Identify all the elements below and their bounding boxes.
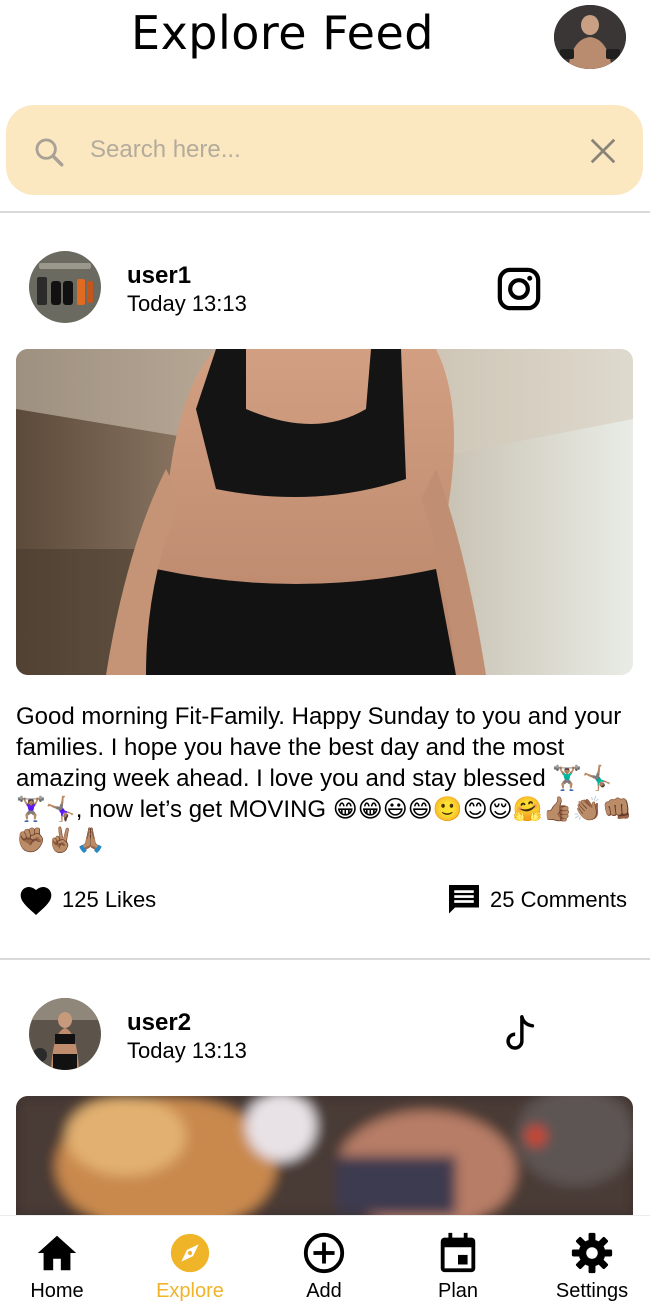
profile-avatar[interactable] bbox=[554, 5, 626, 69]
divider bbox=[0, 958, 650, 960]
nav-label: Add bbox=[306, 1280, 342, 1302]
avatar[interactable] bbox=[29, 998, 101, 1070]
nav-plan[interactable]: Plan bbox=[393, 1216, 523, 1308]
comments-count[interactable]: 25 Comments bbox=[490, 887, 627, 913]
avatar-photo bbox=[29, 251, 101, 323]
post-username[interactable]: user2 bbox=[127, 1009, 191, 1037]
avatar-photo bbox=[29, 998, 101, 1070]
nav-settings[interactable]: Settings bbox=[527, 1216, 650, 1308]
comment-icon[interactable] bbox=[446, 882, 482, 918]
post-username[interactable]: user1 bbox=[127, 262, 191, 290]
nav-home[interactable]: Home bbox=[0, 1216, 122, 1308]
nav-label: Explore bbox=[156, 1280, 224, 1302]
bottom-nav: Home Explore Add Plan Settings bbox=[0, 1215, 650, 1308]
tiktok-icon[interactable] bbox=[496, 1012, 542, 1058]
nav-label: Settings bbox=[555, 1280, 629, 1302]
post-timestamp: Today 13:13 bbox=[127, 1038, 247, 1063]
instagram-icon[interactable] bbox=[496, 266, 542, 312]
home-icon bbox=[37, 1235, 77, 1271]
likes-count[interactable]: 125 Likes bbox=[62, 887, 156, 913]
calendar-icon bbox=[440, 1232, 476, 1273]
close-icon[interactable] bbox=[588, 136, 618, 166]
post-photo bbox=[16, 349, 633, 675]
compass-icon bbox=[170, 1233, 210, 1273]
search-icon[interactable] bbox=[32, 135, 66, 169]
add-circle-icon bbox=[303, 1232, 345, 1274]
gear-icon bbox=[571, 1232, 613, 1274]
header: Explore Feed bbox=[0, 0, 650, 80]
divider bbox=[0, 211, 650, 213]
post-timestamp: Today 13:13 bbox=[127, 291, 247, 316]
profile-photo bbox=[554, 5, 626, 69]
heart-icon[interactable] bbox=[18, 883, 54, 917]
nav-explore[interactable]: Explore bbox=[125, 1216, 255, 1308]
nav-label: Home bbox=[30, 1280, 84, 1302]
post-photo bbox=[16, 1096, 633, 1215]
search-bar bbox=[6, 105, 643, 195]
post-image[interactable] bbox=[16, 349, 633, 675]
post-caption: Good morning Fit-Family. Happy Sunday to… bbox=[16, 703, 633, 854]
avatar[interactable] bbox=[29, 251, 101, 323]
nav-add[interactable]: Add bbox=[259, 1216, 389, 1308]
search-input[interactable] bbox=[90, 130, 570, 170]
post-image[interactable] bbox=[16, 1096, 633, 1215]
page-title: Explore Feed bbox=[131, 6, 434, 60]
nav-label: Plan bbox=[437, 1280, 479, 1302]
